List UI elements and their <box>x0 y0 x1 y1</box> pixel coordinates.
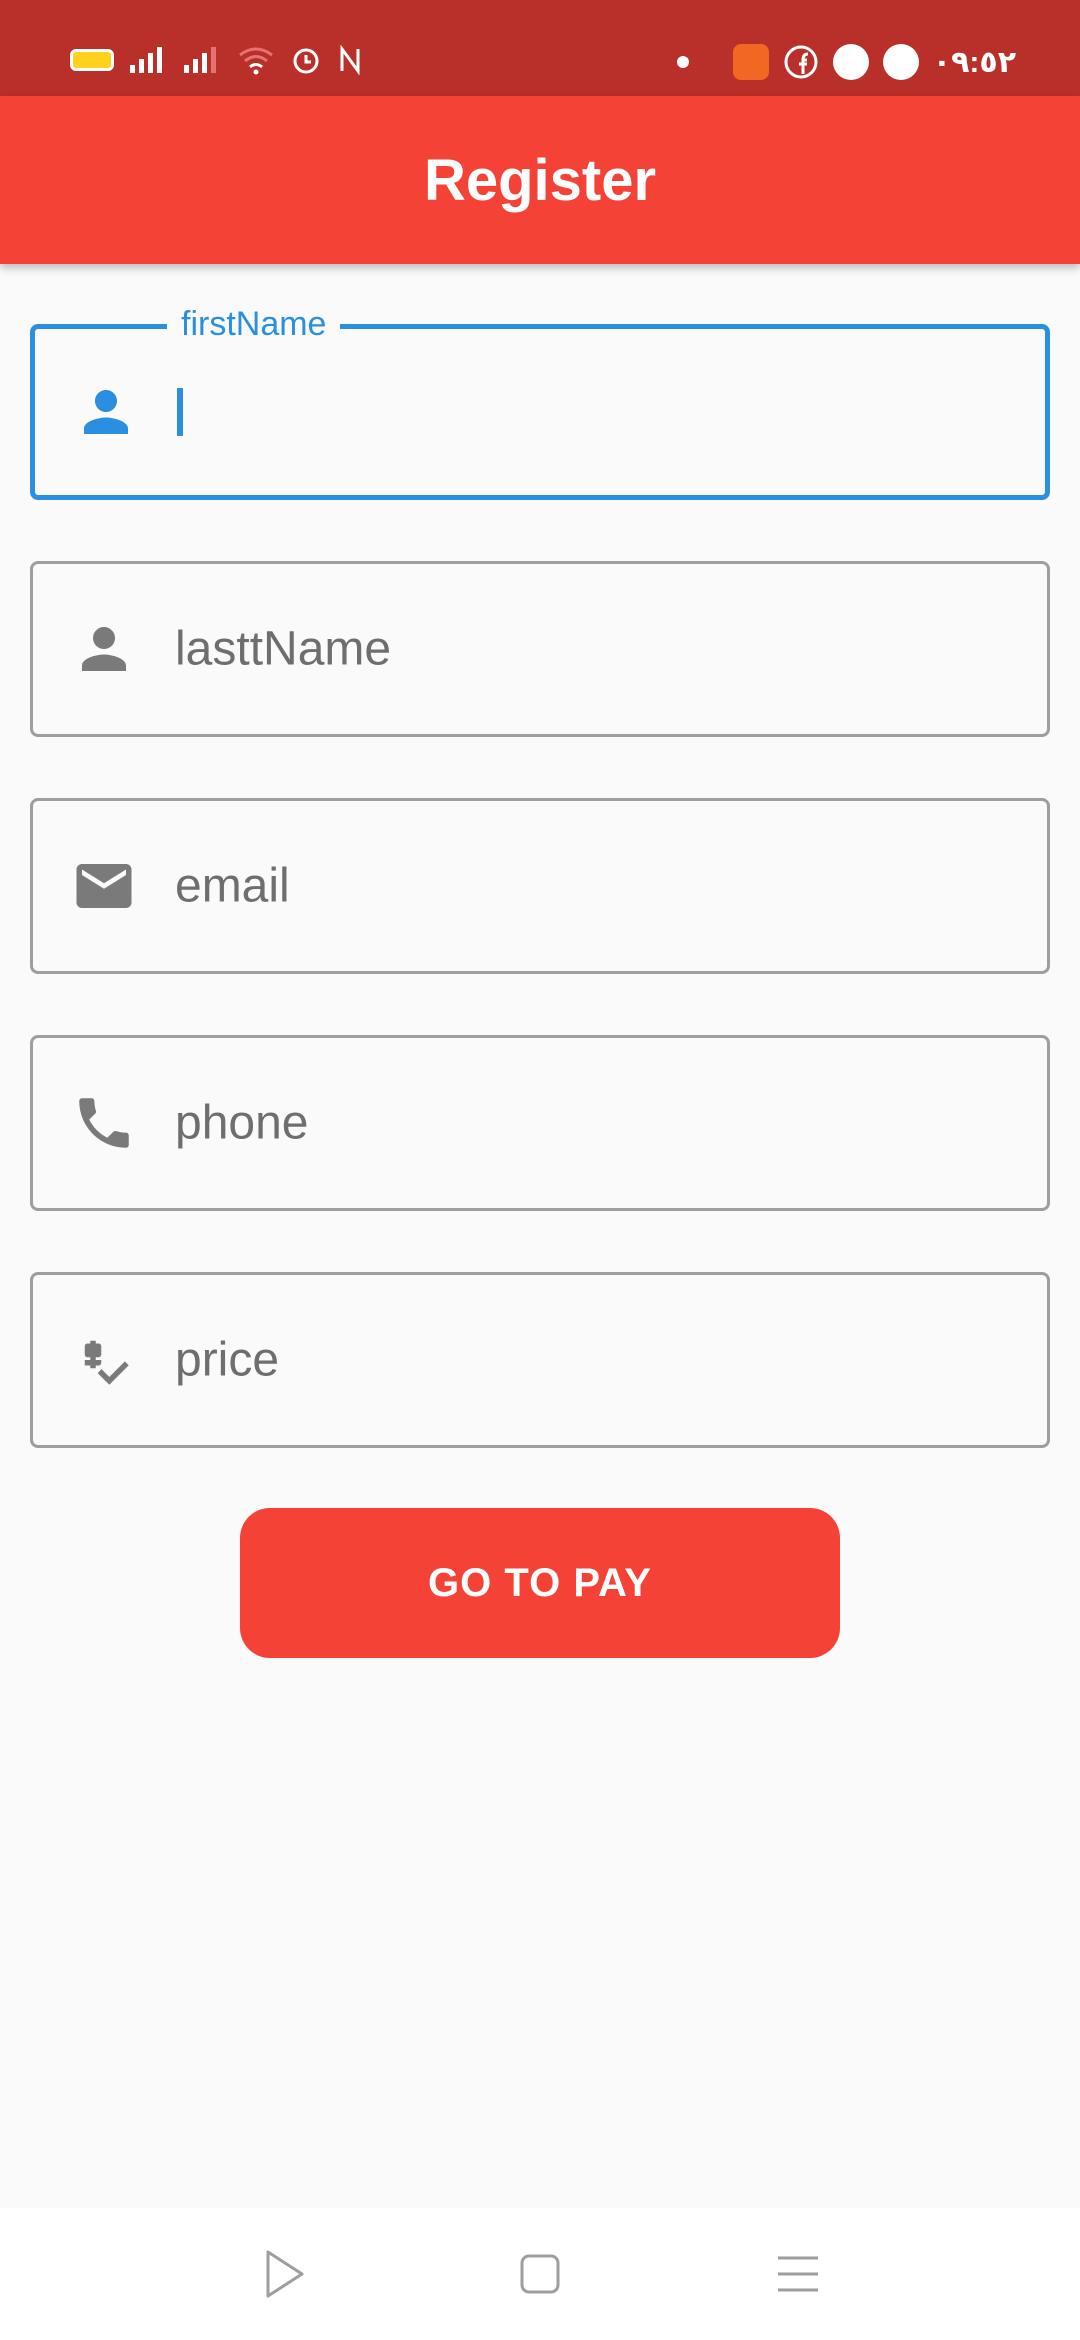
app-bar: Register <box>0 96 1080 264</box>
phone-field[interactable]: phone <box>30 1035 1050 1211</box>
person-icon <box>71 616 137 682</box>
clock: ٠٩:٥٢ <box>932 45 1016 79</box>
price-check-icon <box>71 1327 137 1393</box>
first-name-field[interactable]: firstName <box>30 305 1050 500</box>
phone-icon <box>71 1090 137 1156</box>
phone-placeholder: phone <box>175 1096 309 1150</box>
last-name-placeholder: lasttName <box>175 622 392 676</box>
price-placeholder: price <box>175 1333 280 1387</box>
person-icon <box>73 379 139 445</box>
first-name-label: firstName <box>167 305 341 344</box>
signal-icon <box>128 45 168 75</box>
mail-icon <box>71 853 137 919</box>
price-field[interactable]: price <box>30 1272 1050 1448</box>
email-placeholder: email <box>175 859 290 913</box>
back-icon[interactable] <box>254 2244 314 2304</box>
text-caret <box>177 388 183 436</box>
home-icon[interactable] <box>510 2244 570 2304</box>
alarm-icon <box>290 44 322 76</box>
signal-icon <box>182 45 222 75</box>
status-left-icons <box>70 44 364 76</box>
last-name-field[interactable]: lasttName <box>30 561 1050 737</box>
app-icon <box>882 44 919 80</box>
facebook-icon <box>783 44 819 80</box>
wifi-icon <box>236 45 276 75</box>
menu-icon[interactable] <box>768 2244 828 2304</box>
go-to-pay-button[interactable]: GO TO PAY <box>240 1508 840 1658</box>
messenger-icon <box>832 44 869 80</box>
status-bar: ٠٩:٥٢ <box>0 0 1080 96</box>
status-right-icons: ٠٩:٥٢ <box>676 44 1016 80</box>
battery-icon <box>70 49 114 71</box>
nfc-icon <box>336 45 364 75</box>
page-title: Register <box>423 147 657 213</box>
email-field[interactable]: email <box>30 798 1050 974</box>
system-nav-bar <box>0 2208 1080 2340</box>
app-badge-icon <box>732 44 769 80</box>
dot-icon <box>676 56 689 68</box>
